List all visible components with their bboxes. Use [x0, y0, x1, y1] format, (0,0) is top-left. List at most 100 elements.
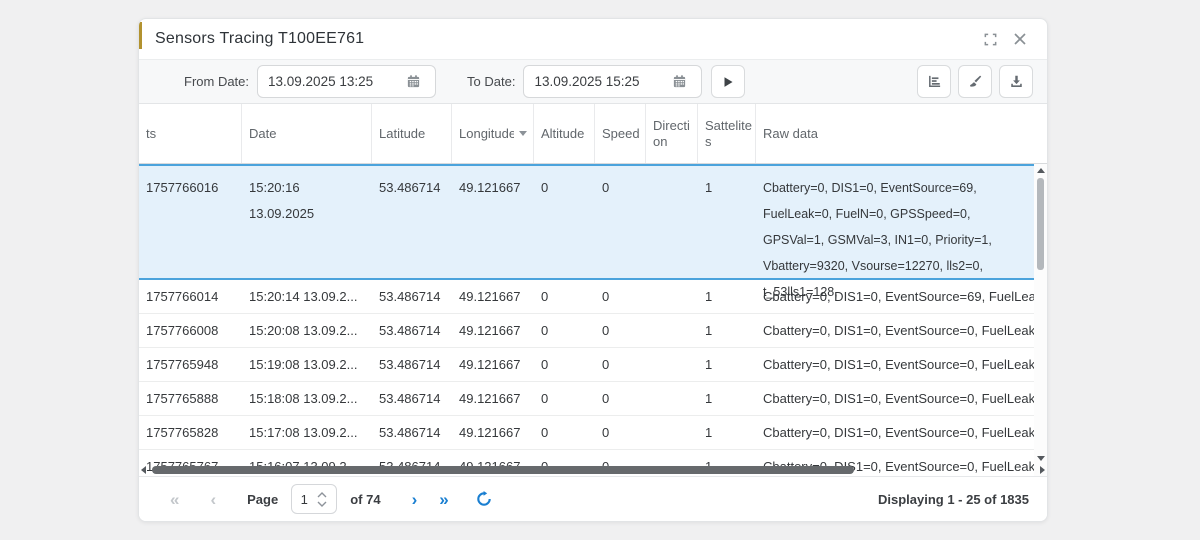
scroll-right-icon[interactable] [1040, 466, 1045, 474]
table-body: 1757766016 15:20:16 13.09.2025 53.486714… [139, 164, 1034, 477]
clear-button[interactable] [958, 65, 992, 98]
table-row[interactable]: 1757765888 15:18:08 13.09.2... 53.486714… [139, 382, 1034, 416]
cell-raw-data: Cbattery=0, DIS1=0, EventSource=0, FuelL… [756, 425, 1034, 440]
prev-page-button[interactable]: ‹ [210, 491, 216, 508]
cell-ts: 1757765888 [139, 391, 242, 406]
first-page-button[interactable]: « [170, 491, 179, 508]
cell-altitude: 0 [534, 323, 595, 338]
table-header: ts Date Latitude Longitude Altitude Spee… [139, 104, 1047, 164]
cell-altitude: 0 [534, 175, 595, 201]
window-title: Sensors Tracing T100EE761 [155, 30, 364, 48]
cell-satellites: 1 [698, 323, 756, 338]
cell-longitude: 49.121667 [452, 357, 534, 372]
download-icon [1009, 74, 1024, 89]
horizontal-scroll-thumb[interactable] [152, 466, 854, 474]
to-date-label: To Date: [467, 74, 515, 89]
maximize-button[interactable] [979, 28, 1001, 50]
cell-date: 15:18:08 13.09.2... [242, 391, 372, 406]
scroll-up-icon[interactable] [1037, 168, 1045, 173]
cell-latitude: 53.486714 [372, 289, 452, 304]
cell-speed: 0 [595, 391, 646, 406]
bar-chart-icon [927, 74, 942, 89]
cell-satellites: 1 [698, 289, 756, 304]
next-page-button[interactable]: › [412, 491, 418, 508]
cell-altitude: 0 [534, 357, 595, 372]
column-menu-trigger-icon[interactable] [519, 131, 527, 136]
cell-ts: 1757766008 [139, 323, 242, 338]
cell-date: 15:20:16 13.09.2025 [242, 175, 372, 227]
spinner-up-icon[interactable] [317, 492, 327, 498]
cell-longitude: 49.121667 [452, 425, 534, 440]
last-page-button[interactable]: » [439, 491, 448, 508]
page-number-input[interactable] [292, 492, 316, 507]
table-row[interactable]: 1757766008 15:20:08 13.09.2... 53.486714… [139, 314, 1034, 348]
cell-date: 15:20:14 13.09.2... [242, 289, 372, 304]
table-row[interactable]: 1757766016 15:20:16 13.09.2025 53.486714… [139, 164, 1034, 280]
sensors-tracing-window: Sensors Tracing T100EE761 From Date: [138, 18, 1048, 522]
chart-button[interactable] [917, 65, 951, 98]
close-button[interactable] [1009, 28, 1031, 50]
close-icon [1013, 32, 1027, 46]
cell-speed: 0 [595, 357, 646, 372]
cell-satellites: 1 [698, 175, 756, 201]
cell-latitude: 53.486714 [372, 323, 452, 338]
cell-raw-data: Cbattery=0, DIS1=0, EventSource=0, FuelL… [756, 391, 1034, 406]
cell-speed: 0 [595, 289, 646, 304]
cell-date: 15:20:08 13.09.2... [242, 323, 372, 338]
cell-ts: 1757766016 [139, 175, 242, 201]
refresh-button[interactable] [476, 491, 492, 507]
download-button[interactable] [999, 65, 1033, 98]
vertical-scroll-thumb[interactable] [1037, 178, 1044, 270]
brush-icon [968, 74, 983, 89]
column-header-raw-data[interactable]: Raw data [756, 104, 1047, 163]
cell-altitude: 0 [534, 289, 595, 304]
to-date-field[interactable] [523, 65, 702, 98]
spinner-down-icon[interactable] [317, 501, 327, 507]
cell-ts: 1757766014 [139, 289, 242, 304]
from-date-input[interactable] [268, 74, 406, 89]
refresh-icon [476, 491, 492, 507]
cell-date: 15:17:08 13.09.2... [242, 425, 372, 440]
paging-toolbar: « ‹ Page of 74 › » Displaying 1 - 25 of … [139, 476, 1047, 521]
column-header-satellites[interactable]: Sattelites [698, 104, 756, 163]
vertical-scrollbar[interactable] [1034, 164, 1047, 477]
page-label: Page [247, 492, 278, 507]
cell-raw-data: Cbattery=0, DIS1=0, EventSource=0, FuelL… [756, 323, 1034, 338]
cell-longitude: 49.121667 [452, 289, 534, 304]
cell-speed: 0 [595, 175, 646, 201]
page-number-spinner[interactable] [291, 484, 337, 514]
filter-toolbar: From Date: To Date: [139, 59, 1047, 104]
column-header-latitude[interactable]: Latitude [372, 104, 452, 163]
cell-satellites: 1 [698, 425, 756, 440]
cell-satellites: 1 [698, 391, 756, 406]
cell-longitude: 49.121667 [452, 175, 534, 201]
scroll-down-icon[interactable] [1037, 456, 1045, 461]
cell-longitude: 49.121667 [452, 391, 534, 406]
column-header-longitude[interactable]: Longitude [452, 104, 534, 163]
column-header-ts[interactable]: ts [139, 104, 242, 163]
column-header-altitude[interactable]: Altitude [534, 104, 595, 163]
cell-altitude: 0 [534, 425, 595, 440]
cell-raw-data: Cbattery=0, DIS1=0, EventSource=0, FuelL… [756, 357, 1034, 372]
calendar-icon[interactable] [406, 74, 421, 89]
cell-latitude: 53.486714 [372, 391, 452, 406]
column-header-speed[interactable]: Speed [595, 104, 646, 163]
title-bar: Sensors Tracing T100EE761 [139, 19, 1047, 59]
from-date-field[interactable] [257, 65, 436, 98]
cell-latitude: 53.486714 [372, 425, 452, 440]
cell-raw-data: Cbattery=0, DIS1=0, EventSource=69, Fuel… [756, 175, 1034, 305]
run-query-button[interactable] [711, 65, 745, 98]
total-pages-label: of 74 [350, 492, 380, 507]
cell-speed: 0 [595, 323, 646, 338]
cell-speed: 0 [595, 425, 646, 440]
column-header-date[interactable]: Date [242, 104, 372, 163]
table-row[interactable]: 1757765828 15:17:08 13.09.2... 53.486714… [139, 416, 1034, 450]
scroll-left-icon[interactable] [141, 466, 146, 474]
column-header-direction[interactable]: Direction [646, 104, 698, 163]
to-date-input[interactable] [534, 74, 672, 89]
cell-date: 15:19:08 13.09.2... [242, 357, 372, 372]
horizontal-scrollbar[interactable] [139, 464, 1047, 476]
table-row[interactable]: 1757765948 15:19:08 13.09.2... 53.486714… [139, 348, 1034, 382]
from-date-label: From Date: [184, 74, 249, 89]
calendar-icon[interactable] [672, 74, 687, 89]
